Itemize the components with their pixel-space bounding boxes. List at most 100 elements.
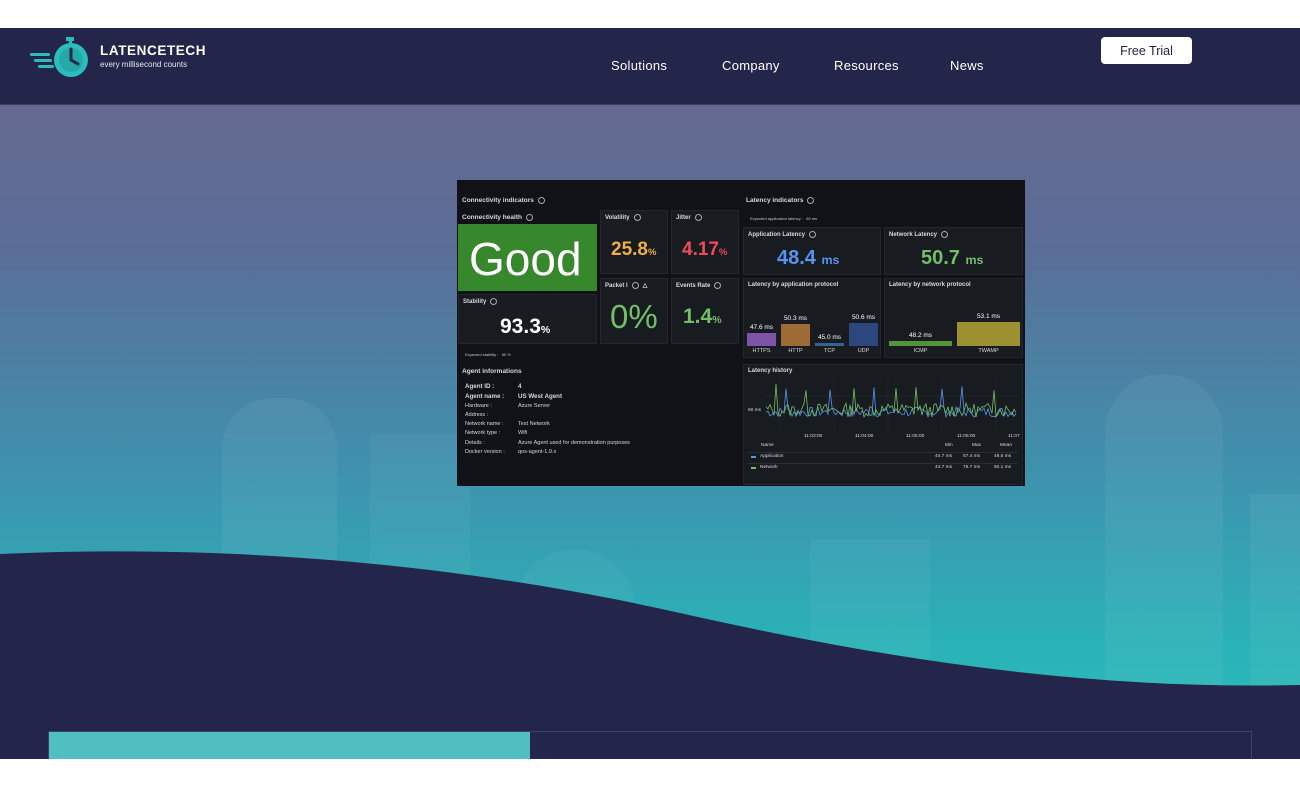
legend-swatch <box>751 467 756 469</box>
nav-resources[interactable]: Resources <box>834 58 899 73</box>
latency-history-title: Latency history <box>748 368 793 374</box>
info-icon <box>490 298 498 305</box>
info-icon <box>809 231 817 238</box>
expected-latency: Expected application latency : 60 ms <box>750 216 818 221</box>
bottom-tab-active[interactable] <box>49 732 530 759</box>
latency-history-panel: Latency history 60 ms 11:03:00 11:04:00 11… <box>743 364 1023 485</box>
protocol-bar <box>957 321 1020 346</box>
protocol-bar <box>815 342 844 346</box>
dashboard-screenshot: Connectivity indicators Connectivity hea… <box>457 180 1025 486</box>
warning-icon: △ <box>642 283 648 290</box>
network-latency-title: Network Latency <box>889 231 949 238</box>
nav-company[interactable]: Company <box>722 58 780 73</box>
agent-info-row: Agent ID : 4 <box>465 383 521 390</box>
history-x-tick: 11:07 <box>1008 434 1020 439</box>
application-latency-title: Application Latency <box>748 231 817 238</box>
protocol-bar <box>747 333 776 346</box>
info-icon <box>694 214 702 221</box>
history-x-tick: 11:06:00 <box>957 434 976 439</box>
legend-max: 75.7 ms <box>963 465 981 470</box>
packet-loss-panel: Packet l △ 0% <box>600 278 668 344</box>
connectivity-section-title: Connectivity indicators <box>462 197 545 204</box>
legend-separator <box>748 463 1018 464</box>
legend-name: Application <box>760 454 784 459</box>
legend-max: 57.4 ms <box>963 454 981 459</box>
connectivity-health-title: Connectivity health <box>462 214 533 221</box>
stability-value: 93.3% <box>500 315 551 338</box>
agent-info-value: Wifi <box>518 430 528 436</box>
packet-loss-value: 0% <box>610 298 658 335</box>
events-rate-title: Events Rate <box>676 282 722 289</box>
info-icon <box>633 214 641 221</box>
jitter-panel: Jitter 4.17% <box>671 210 739 274</box>
protocol-bar-value: 47.6 ms <box>749 324 774 332</box>
legend-header-mean: Mean <box>1000 443 1012 448</box>
history-y-label: 60 ms <box>748 408 762 413</box>
packet-loss-title: Packet l △ <box>605 282 648 290</box>
legend-min: 44.7 ms <box>935 465 953 470</box>
agent-info-key: Docker version : <box>465 449 505 455</box>
info-icon <box>631 282 639 289</box>
agent-info-value: Azure Agent used for demonstration purpo… <box>518 440 630 446</box>
brand-tagline: every millisecond counts <box>100 60 188 69</box>
agent-info-key: Hardware : <box>465 403 492 409</box>
volatility-value: 25.8% <box>611 239 657 260</box>
stability-panel: Stability 93.3% <box>458 294 597 344</box>
agent-info-value: qos-agent-1.9.x <box>518 449 557 455</box>
nav-news[interactable]: News <box>950 58 984 73</box>
latency-by-application-panel: Latency by application protocol 47.6 ms H… <box>743 278 881 358</box>
agent-info-value: 4 <box>518 383 522 390</box>
stability-title: Stability <box>463 298 498 305</box>
volatility-title: Volatility <box>605 214 641 221</box>
application-latency-panel: Application Latency 48.4 ms <box>743 227 881 275</box>
network-latency-value: 50.7 ms <box>921 247 984 269</box>
agent-info-row: Network type : Wifi <box>465 430 527 436</box>
legend-swatch <box>751 456 756 458</box>
agent-section-title: Agent informations <box>462 368 522 375</box>
events-rate-value: 1.4% <box>683 305 722 328</box>
agent-info-row: Hardware : Azure Server <box>465 403 550 409</box>
history-x-tick: 11:04:00 <box>855 434 874 439</box>
jitter-value: 4.17% <box>682 239 728 260</box>
info-icon <box>941 231 949 238</box>
top-navigation-bar: LATENCETECH every millisecond counts Sol… <box>0 28 1300 105</box>
info-icon <box>537 197 545 204</box>
protocol-bar-value: 48.2 ms <box>908 332 933 340</box>
application-latency-value: 48.4 ms <box>777 247 840 269</box>
info-icon <box>714 282 722 289</box>
page: LATENCETECH every millisecond counts Sol… <box>0 28 1300 759</box>
agent-info-key: Agent name : <box>465 393 505 400</box>
agent-info-key: Agent ID : <box>465 383 495 390</box>
events-rate-panel: Events Rate 1.4% <box>671 278 739 344</box>
protocol-bar <box>849 322 878 346</box>
volatility-panel: Volatility 25.8% <box>600 210 668 274</box>
agent-info-row: Details : Azure Agent used for demonstrat… <box>465 440 630 446</box>
nav-solutions[interactable]: Solutions <box>611 58 667 73</box>
legend-header-max: Max <box>972 443 982 448</box>
legend-mean: 50.1 ms <box>994 465 1012 470</box>
legend-name: Network <box>760 465 778 470</box>
latency-history-chart <box>766 379 1018 431</box>
legend-separator <box>748 452 1018 453</box>
agent-info-key: Network type : <box>465 430 501 436</box>
jitter-title: Jitter <box>676 214 702 221</box>
stopwatch-logo-icon <box>30 37 88 77</box>
latency-section-title: Latency indicators <box>746 197 815 204</box>
agent-info-value: Azure Server <box>518 403 551 409</box>
protocol-bar-label: ICMP <box>913 348 928 354</box>
protocol-bar <box>781 323 810 346</box>
protocol-bar-value: 53.1 ms <box>976 312 1001 320</box>
logo[interactable]: LATENCETECH every millisecond counts <box>30 36 206 82</box>
protocol-bar-label: TWAMP <box>978 348 999 354</box>
free-trial-button[interactable]: Free Trial <box>1101 37 1192 64</box>
agent-info-row: Docker version : qos-agent-1.9.x <box>465 449 556 455</box>
protocol-bar-value: 50.6 ms <box>851 313 876 321</box>
legend-header-name: Name <box>761 443 774 448</box>
expected-stability: Expected stability : 60 % <box>465 352 511 357</box>
info-icon <box>525 214 533 221</box>
latency-by-application-title: Latency by application protocol <box>748 282 839 288</box>
agent-info-value: US West Agent <box>518 393 563 400</box>
agent-info-key: Details : <box>465 440 485 446</box>
agent-info-value: Test Network <box>518 421 550 427</box>
legend-mean: 48.5 ms <box>994 454 1012 459</box>
